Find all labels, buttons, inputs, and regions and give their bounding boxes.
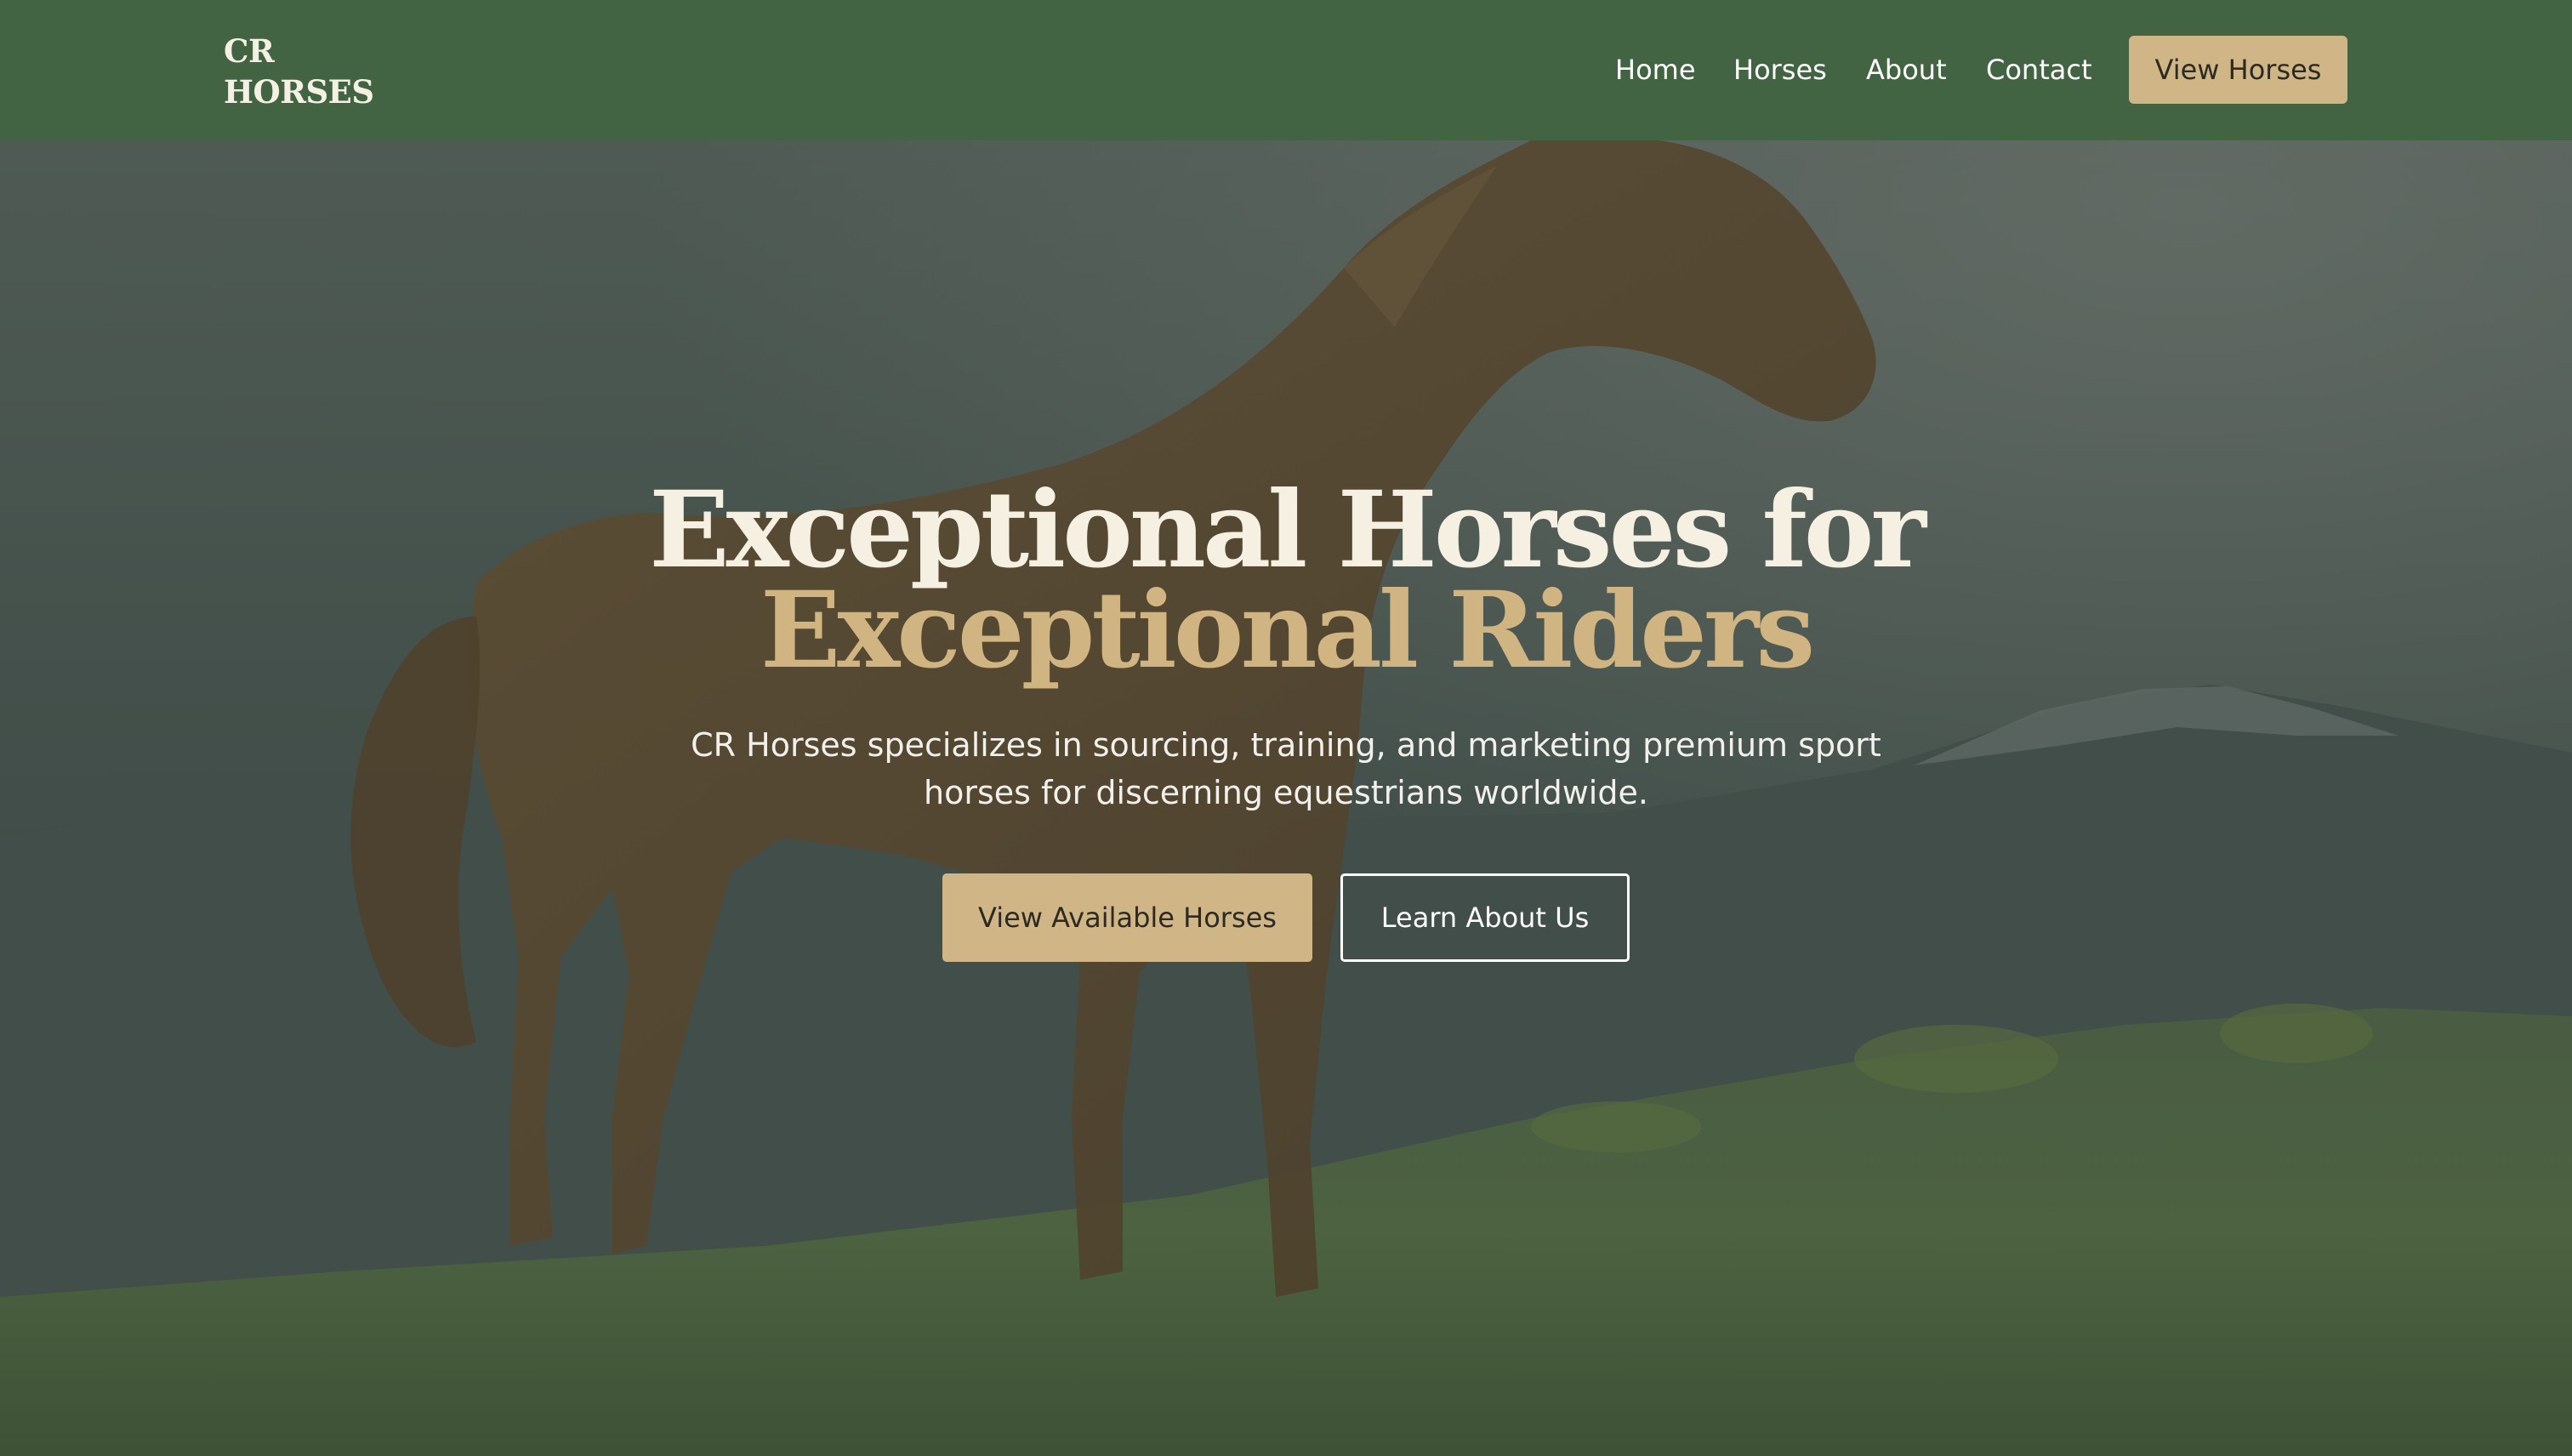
nav-link-home[interactable]: Home	[1615, 49, 1696, 90]
view-horses-button[interactable]: View Horses	[2129, 36, 2347, 104]
hero-heading-line1: Exceptional Horses for	[649, 469, 1926, 592]
nav-link-contact[interactable]: Contact	[1986, 49, 2092, 90]
hero-heading: Exceptional Horses for Exceptional Rider…	[478, 469, 2094, 692]
view-available-horses-button[interactable]: View Available Horses	[942, 873, 1312, 962]
logo-text-line1: CR	[224, 32, 275, 70]
top-navigation-bar: CR HORSES Home Horses About Contact View…	[0, 0, 2572, 140]
hero-subtitle: CR Horses specializes in sourcing, train…	[691, 726, 1881, 811]
hero-heading-line2: Exceptional Riders	[760, 569, 1815, 692]
hero-section: Exceptional Horses for Exceptional Rider…	[0, 140, 2572, 1456]
site-logo[interactable]: CR HORSES	[224, 31, 411, 112]
nav-link-about[interactable]: About	[1866, 49, 1947, 90]
nav-link-horses[interactable]: Horses	[1733, 49, 1827, 90]
logo-text-line2: HORSES	[224, 73, 374, 111]
hero-content: Exceptional Horses for Exceptional Rider…	[0, 140, 2572, 1456]
learn-about-us-button[interactable]: Learn About Us	[1340, 873, 1630, 962]
